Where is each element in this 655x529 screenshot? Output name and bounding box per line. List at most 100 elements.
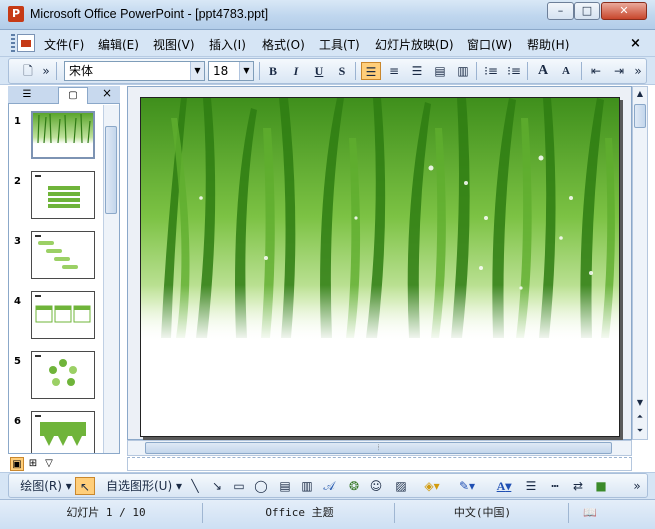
arrow-style-icon[interactable]: ⇄ [569,477,587,495]
scroll-up-icon[interactable]: ▲ [632,87,648,101]
toolbar-options-icon[interactable]: » [632,62,644,80]
thumbnail-scroll-thumb[interactable] [105,126,117,214]
vertical-scroll-thumb[interactable] [634,104,646,128]
spelling-icon[interactable]: 📖 [575,503,605,523]
slide-preview [31,291,95,339]
menu-window[interactable]: 窗口(W) [467,37,512,53]
font-size-value: 18 [213,64,229,78]
increase-indent-icon[interactable]: ⇥ [609,62,629,80]
slide-thumbnail[interactable]: 1 [9,108,103,163]
dash-style-icon[interactable]: ┅ [546,477,564,495]
minimize-button[interactable]: – [547,2,574,20]
grow-font-button[interactable]: A [533,62,553,80]
current-slide[interactable] [140,97,620,437]
close-window-button[interactable]: ✕ [601,2,647,20]
align-center-icon[interactable]: ≡ [384,62,404,80]
line-color-icon[interactable]: ✎▾ [455,477,479,495]
diagram-icon[interactable]: ❂ [345,477,363,495]
italic-button[interactable]: I [286,62,306,80]
language-indicator: 中文(中国) [397,503,569,523]
menu-grip-handle[interactable] [11,34,15,52]
normal-view-icon[interactable]: ▣ [10,457,24,471]
menu-format[interactable]: 格式(O) [262,37,305,53]
font-size-combo[interactable]: 18 ▼ [208,61,254,81]
menu-insert[interactable]: 插入(I) [209,37,246,53]
slide-number: 1 [14,116,21,127]
wordart-icon[interactable]: 𝒜 [320,477,338,495]
chevron-down-icon[interactable]: ▼ [190,62,204,80]
document-icon[interactable] [17,34,35,52]
oval-icon[interactable]: ◯ [252,477,270,495]
clipart-icon[interactable]: ☺ [367,477,385,495]
toolbar-options-icon[interactable]: » [40,62,52,80]
fill-color-icon[interactable]: ◈▾ [420,477,444,495]
numbering-icon[interactable]: ⁝≡ [481,62,501,80]
vertical-textbox-icon[interactable]: ▥ [298,477,316,495]
column-icon[interactable]: ▥ [453,62,473,80]
menu-edit[interactable]: 编辑(E) [98,37,139,53]
toolbar-separator [581,62,582,80]
shadow-button[interactable]: S [332,62,352,80]
bold-button[interactable]: B [263,62,283,80]
slide-thumbnail[interactable]: 6 [9,408,103,453]
close-pane-button[interactable]: × [102,86,112,100]
maximize-button[interactable]: □ [574,2,600,20]
slideshow-view-icon[interactable]: ▽ [42,457,56,471]
tab-outline[interactable]: ☰ [12,87,42,104]
slide-thumbnail[interactable]: 2 [9,168,103,223]
toolbar-options-icon[interactable]: » [631,477,643,495]
line-style-icon[interactable]: ☰ [522,477,540,495]
slide-thumbnail[interactable]: 3 [9,228,103,283]
align-right-icon[interactable]: ☰ [407,62,427,80]
arrow-icon[interactable]: ↘ [208,477,226,495]
next-slide-icon[interactable]: ⏷ [632,424,648,438]
autoshapes-button[interactable]: 自选图形(U) ▾ [105,477,183,495]
previous-slide-icon[interactable]: ⏶ [632,410,648,424]
powerpoint-app-icon[interactable]: P [8,6,24,22]
rectangle-icon[interactable]: ▭ [230,477,248,495]
distributed-align-icon[interactable]: ▤ [430,62,450,80]
slide-number: 2 [14,176,21,187]
underline-button[interactable]: U [309,62,329,80]
new-document-icon[interactable]: 🗋 [18,62,38,80]
menu-help[interactable]: 帮助(H) [527,37,569,53]
horizontal-scroll-thumb[interactable]: ⦙ [145,442,612,454]
bullets-icon[interactable]: ⁝≡ [504,62,524,80]
scroll-down-icon[interactable]: ▼ [632,396,648,410]
decrease-indent-icon[interactable]: ⇤ [586,62,606,80]
draw-menu-label: 绘图(R) [20,479,62,493]
picture-icon[interactable]: ▨ [392,477,410,495]
slide-preview [31,411,95,453]
slide-preview [31,171,95,219]
grass-background-image [141,98,619,436]
notes-pane[interactable] [127,457,632,471]
menu-tools[interactable]: 工具(T) [319,37,360,53]
menu-slideshow[interactable]: 幻灯片放映(D) [375,37,454,53]
slide-sorter-icon[interactable]: ⊞ [26,457,40,471]
font-name-combo[interactable]: 宋体 ▼ [64,61,205,81]
close-document-button[interactable]: × [630,36,641,51]
slide-number: 6 [14,416,21,427]
chevron-down-icon[interactable]: ▼ [239,62,253,80]
menu-file[interactable]: 文件(F) [44,37,84,53]
toolbar-separator [476,62,477,80]
align-left-icon[interactable]: ☰ [361,62,381,80]
slide-number: 4 [14,296,21,307]
slide-thumbnail[interactable]: 4 [9,288,103,343]
line-icon[interactable]: ╲ [186,477,204,495]
slide-counter: 幻灯片 1 / 10 [10,503,203,523]
menu-view[interactable]: 视图(V) [153,37,195,53]
slide-thumbnails: 1 2 3 4 5 6 [9,105,103,453]
slide-vertical-scrollbar[interactable] [632,86,648,440]
draw-menu-button[interactable]: 绘图(R) ▾ [20,477,72,495]
shadow-style-icon[interactable]: ■ [592,477,610,495]
toolbar-separator [56,62,57,80]
toolbar-separator [355,62,356,80]
select-pointer-icon[interactable]: ↖ [75,477,95,495]
slide-number: 5 [14,356,21,367]
slide-thumbnail[interactable]: 5 [9,348,103,403]
font-color-button[interactable]: A▾ [490,477,518,495]
textbox-icon[interactable]: ▤ [276,477,294,495]
shrink-font-button[interactable]: A [556,62,576,80]
tab-slides[interactable]: ▢ [58,87,88,104]
